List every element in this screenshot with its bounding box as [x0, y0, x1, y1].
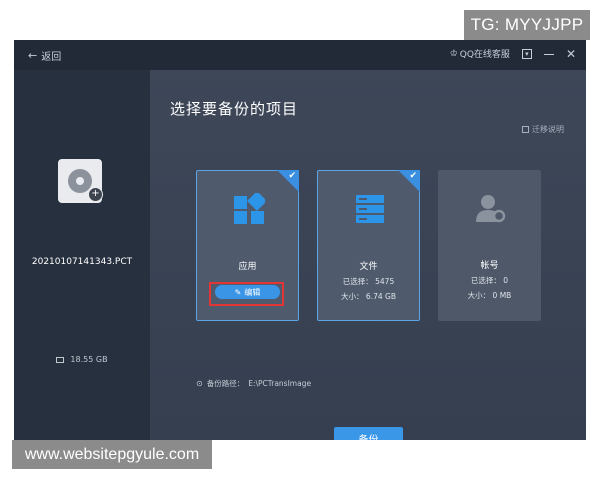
accounts-selected-value: 0: [503, 276, 509, 285]
website-watermark: www.websitepgyule.com: [12, 440, 212, 469]
image-file-name: 20210107141343.PCT: [31, 257, 133, 267]
files-selected-label: 已选择：: [342, 277, 373, 286]
edit-button[interactable]: ✎ 编辑: [215, 285, 280, 299]
page-title: 选择要备份的项目: [170, 100, 299, 118]
accounts-size-label: 大小：: [467, 291, 491, 300]
edit-label: 编辑: [244, 287, 261, 297]
storage-info: 18.55 GB: [14, 355, 150, 364]
card-files-title: 文件: [359, 262, 378, 272]
card-accounts-title: 帐号: [480, 261, 499, 271]
close-icon[interactable]: ✕: [566, 48, 576, 60]
qq-service-button[interactable]: ♔ QQ在线客服: [449, 47, 510, 61]
accounts-size-row: 大小： 0 MB: [438, 290, 541, 301]
edit-icon: ✎: [234, 287, 242, 297]
document-icon: [522, 126, 529, 133]
apps-icon: [234, 193, 265, 224]
card-apps-title: 应用: [238, 262, 257, 272]
accounts-selected-label: 已选择：: [470, 276, 501, 285]
main-panel: 选择要备份的项目 迁移说明 ✔ 应用 ✎ 编辑 ✔ 文件 已选择： 5475 大…: [150, 70, 586, 440]
left-panel: + 20210107141343.PCT 18.55 GB: [14, 70, 150, 440]
card-apps[interactable]: ✔ 应用 ✎ 编辑: [196, 170, 299, 321]
check-icon: ✔: [288, 171, 296, 181]
check-icon: ✔: [409, 171, 417, 181]
files-size-label: 大小：: [341, 292, 364, 301]
files-selected-value: 5475: [375, 277, 395, 286]
backup-path-value[interactable]: E:\PCTransImage: [248, 379, 311, 388]
title-bar: ← 返回 ♔ QQ在线客服 ▾ ✕: [14, 40, 586, 70]
backup-path: ⊙ 备份路径： E:\PCTransImage: [196, 378, 311, 389]
titlebar-controls: ♔ QQ在线客服 ▾ ✕: [449, 47, 576, 61]
location-pin-icon: ⊙: [196, 379, 203, 388]
card-accounts[interactable]: 帐号 已选择： 0 大小： 0 MB: [438, 170, 541, 321]
files-icon: [356, 195, 384, 223]
arrow-left-icon: ←: [28, 49, 38, 62]
hard-drive-add-icon[interactable]: +: [58, 159, 103, 203]
storage-size: 18.55 GB: [70, 355, 108, 364]
card-files[interactable]: ✔ 文件 已选择： 5475 大小： 6.74 GB: [317, 170, 420, 321]
migration-help-label: 迁移说明: [532, 125, 564, 134]
files-size-row: 大小： 6.74 GB: [318, 291, 419, 302]
back-button[interactable]: ← 返回: [28, 48, 61, 63]
user-settings-icon: [476, 195, 506, 223]
backup-path-label: 备份路径：: [206, 379, 245, 388]
qq-service-label: QQ在线客服: [459, 50, 510, 60]
backup-button[interactable]: 备份: [334, 427, 403, 440]
tray-icon[interactable]: ▾: [521, 48, 532, 59]
qq-icon: ♔: [449, 48, 458, 59]
back-label: 返回: [41, 52, 62, 63]
accounts-selected-row: 已选择： 0: [438, 275, 541, 286]
plus-icon: +: [88, 187, 103, 202]
files-size-value: 6.74 GB: [365, 292, 396, 301]
files-selected-row: 已选择： 5475: [318, 276, 419, 287]
app-window: ← 返回 ♔ QQ在线客服 ▾ ✕ + 20210107141343.PCT 1…: [14, 40, 586, 440]
migration-help-link[interactable]: 迁移说明: [522, 124, 564, 135]
accounts-size-value: 0 MB: [492, 291, 512, 300]
minimize-icon[interactable]: [543, 54, 554, 55]
disk-icon: [56, 356, 65, 363]
tg-badge: TG: MYYJJPP: [464, 10, 590, 40]
